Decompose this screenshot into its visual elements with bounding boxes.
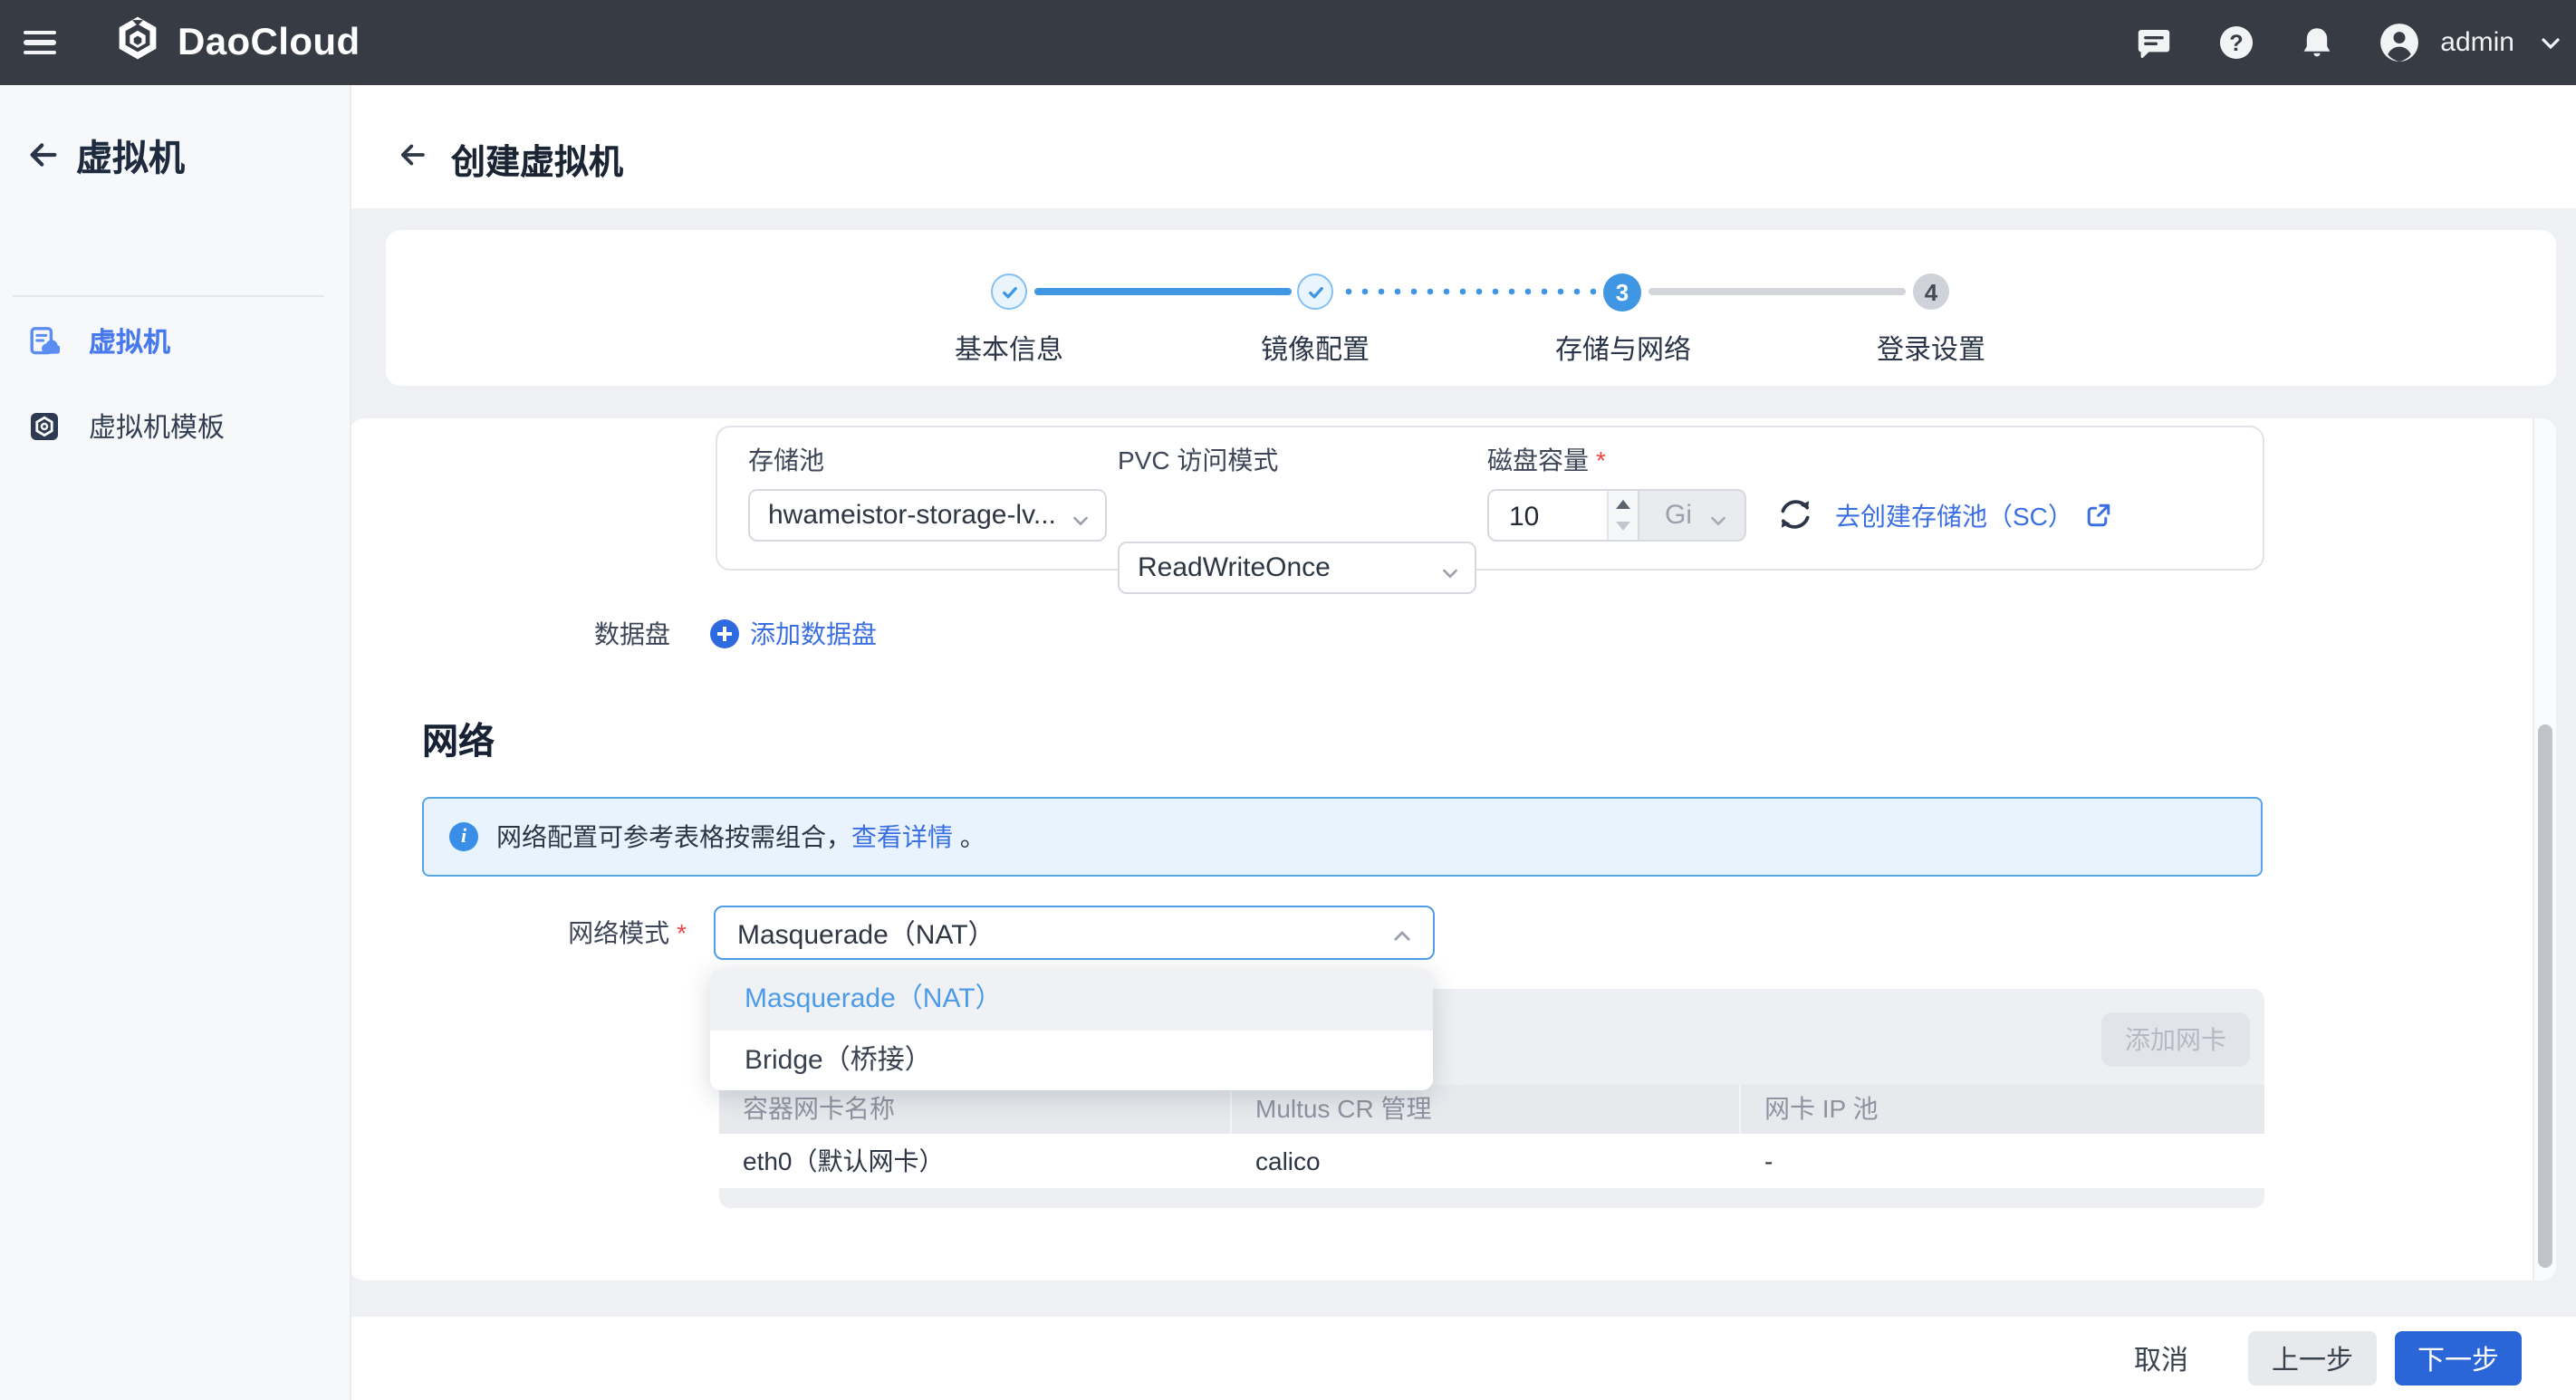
scrollbar-thumb[interactable] xyxy=(2538,724,2552,1268)
menu-toggle-icon[interactable] xyxy=(24,31,56,54)
cell-ip-pool: - xyxy=(1741,1134,2264,1188)
svg-text:?: ? xyxy=(2229,31,2243,56)
pvc-access-mode-select[interactable]: ReadWriteOnce xyxy=(1118,542,1476,594)
spinner-up-icon[interactable] xyxy=(1616,500,1630,509)
cell-nic-name: eth0（默认网卡） xyxy=(719,1134,1232,1188)
network-section-title: 网络 xyxy=(422,712,495,764)
scrollbar-track[interactable] xyxy=(2533,418,2556,1280)
step-2-done-icon xyxy=(1297,273,1333,310)
capacity-unit-select[interactable]: Gi xyxy=(1639,489,1746,542)
create-storage-pool-link[interactable]: 去创建存储池（SC） xyxy=(1835,489,2111,542)
refresh-icon[interactable] xyxy=(1777,496,1813,532)
page-title: 创建虚拟机 xyxy=(451,136,623,185)
help-icon[interactable]: ? xyxy=(2216,23,2255,62)
daocloud-logo-icon xyxy=(114,14,161,71)
sidebar-item-vm[interactable]: 虚拟机 xyxy=(0,317,350,364)
chevron-down-icon xyxy=(1708,506,1728,537)
option-masquerade[interactable]: Masquerade（NAT） xyxy=(710,969,1433,1031)
network-mode-select[interactable]: Masquerade（NAT） xyxy=(714,906,1435,960)
next-step-button[interactable]: 下一步 xyxy=(2395,1331,2522,1386)
nic-table: 容器网卡名称 Multus CR 管理 网卡 IP 池 eth0（默认网卡） c… xyxy=(719,1085,2264,1188)
number-spinner xyxy=(1607,491,1638,540)
info-icon: i xyxy=(449,822,478,851)
spinner-down-icon[interactable] xyxy=(1616,522,1630,531)
add-data-disk-link[interactable]: 添加数据盘 xyxy=(750,607,877,661)
network-mode-dropdown: Masquerade（NAT） Bridge（桥接） xyxy=(710,969,1433,1090)
wizard-footer: 取消 上一步 下一步 xyxy=(350,1317,2576,1400)
add-circle-icon[interactable] xyxy=(710,619,739,648)
pvc-access-mode-label: PVC 访问模式 xyxy=(1118,442,1278,478)
stepper-connector xyxy=(1648,288,1906,295)
storage-pool-select[interactable]: hwameistor-storage-lv... xyxy=(748,489,1107,542)
chevron-down-icon xyxy=(1440,559,1460,590)
sidebar-item-label: 虚拟机 xyxy=(89,321,170,360)
chevron-up-icon xyxy=(1391,924,1413,954)
col-multus-cr: Multus CR 管理 xyxy=(1232,1085,1741,1134)
system-disk-card: 存储池 PVC 访问模式 磁盘容量* hwameistor-storage-lv… xyxy=(716,426,2264,571)
form-panel: 存储池 PVC 访问模式 磁盘容量* hwameistor-storage-lv… xyxy=(350,418,2556,1280)
step-4-label: 登录设置 xyxy=(1822,330,2040,368)
stepper: 3 4 基本信息 镜像配置 存储与网络 登录设置 xyxy=(386,230,2556,386)
sidebar-back-icon[interactable] xyxy=(25,137,60,171)
avatar xyxy=(2379,22,2420,63)
step-3-current: 3 xyxy=(1603,273,1641,312)
step-1-done-icon xyxy=(991,273,1027,310)
topbar: DaoCloud ? admin xyxy=(0,0,2576,85)
vm-template-icon xyxy=(29,410,60,441)
external-link-icon xyxy=(2088,503,2111,527)
disk-capacity-input-wrap xyxy=(1487,489,1639,542)
notifications-bell-icon[interactable] xyxy=(2297,23,2337,62)
cell-multus-cr: calico xyxy=(1232,1134,1741,1188)
banner-text: 网络配置可参考表格按需组合，查看详情 。 xyxy=(496,819,985,855)
data-disk-row: 数据盘 添加数据盘 xyxy=(350,607,1618,661)
disk-capacity-input[interactable] xyxy=(1505,491,1607,543)
network-mode-label: 网络模式* xyxy=(350,906,687,962)
page-header: 创建虚拟机 xyxy=(350,85,2576,208)
sidebar-title: 虚拟机 xyxy=(76,128,185,180)
col-ip-pool: 网卡 IP 池 xyxy=(1741,1085,2264,1134)
network-info-banner: i 网络配置可参考表格按需组合，查看详情 。 xyxy=(422,797,2263,877)
sidebar-item-vm-template[interactable]: 虚拟机模板 xyxy=(0,402,350,449)
step-4-upcoming: 4 xyxy=(1913,273,1949,310)
brand-name: DaoCloud xyxy=(178,21,360,64)
stepper-connector xyxy=(1034,288,1292,295)
message-icon[interactable] xyxy=(2134,23,2174,62)
disk-capacity-label: 磁盘容量* xyxy=(1487,442,1606,478)
option-bridge[interactable]: Bridge（桥接） xyxy=(710,1031,1433,1090)
sidebar: 虚拟机 虚拟机 虚拟机模板 xyxy=(0,85,351,1400)
table-row: eth0（默认网卡） calico - xyxy=(719,1134,2264,1188)
col-nic-name: 容器网卡名称 xyxy=(719,1085,1232,1134)
stepper-card: 3 4 基本信息 镜像配置 存储与网络 登录设置 xyxy=(386,230,2556,386)
storage-pool-label: 存储池 xyxy=(748,442,824,478)
add-nic-button[interactable]: 添加网卡 xyxy=(2101,1012,2250,1067)
chevron-down-icon xyxy=(2540,32,2562,53)
nic-table-header: 容器网卡名称 Multus CR 管理 网卡 IP 池 xyxy=(719,1085,2264,1134)
prev-step-button[interactable]: 上一步 xyxy=(2248,1331,2377,1386)
username: admin xyxy=(2440,27,2514,58)
page-back-icon[interactable] xyxy=(397,139,428,170)
step-3-label: 存储与网络 xyxy=(1514,330,1732,368)
data-disk-label: 数据盘 xyxy=(350,607,670,661)
vm-icon xyxy=(29,325,60,356)
step-2-label: 镜像配置 xyxy=(1206,330,1424,368)
user-menu[interactable]: admin xyxy=(2379,22,2562,63)
step-1-label: 基本信息 xyxy=(900,330,1118,368)
chevron-down-icon xyxy=(1071,506,1091,537)
sidebar-divider xyxy=(13,295,324,297)
stepper-connector xyxy=(1341,288,1598,295)
brand: DaoCloud xyxy=(114,16,360,69)
view-details-link[interactable]: 查看详情 xyxy=(851,822,953,851)
sidebar-item-label: 虚拟机模板 xyxy=(89,407,225,445)
cancel-button[interactable]: 取消 xyxy=(2123,1338,2199,1379)
app-root: DaoCloud ? admin 虚拟机 xyxy=(0,0,2576,1400)
